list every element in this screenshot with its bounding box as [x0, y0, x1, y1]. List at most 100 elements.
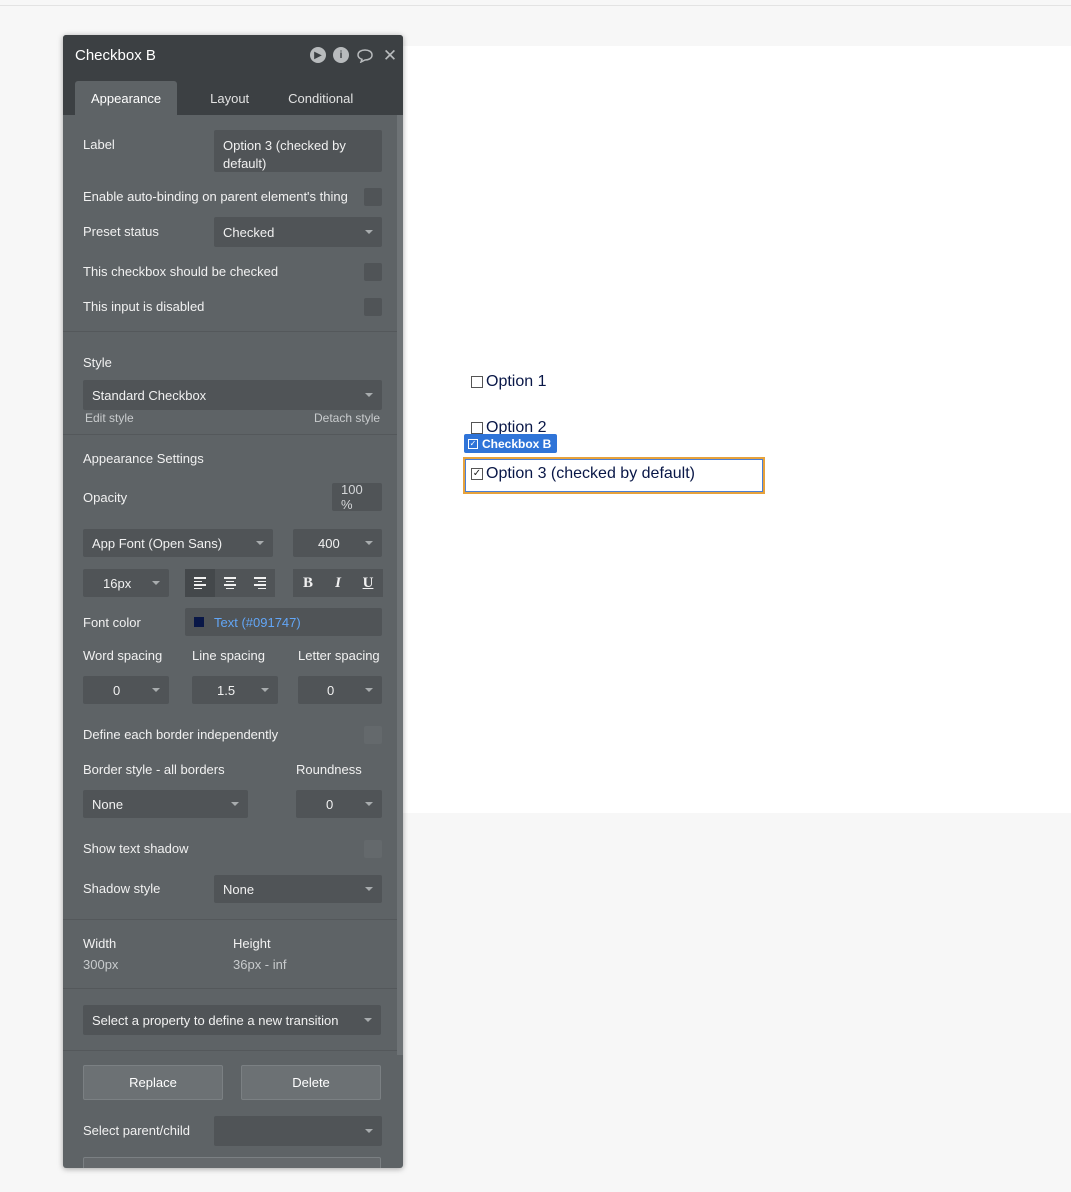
- tab-appearance[interactable]: Appearance: [75, 81, 178, 115]
- shadow-style-value: None: [223, 881, 255, 897]
- section-divider: [63, 331, 397, 332]
- chevron-down-icon: [365, 688, 373, 692]
- checkbox-checked-icon: ✓: [468, 438, 478, 449]
- roundness-value: 0: [326, 796, 334, 812]
- font-family-value: App Font (Open Sans): [92, 535, 223, 551]
- font-size-value: 16px: [103, 575, 132, 591]
- border-style-dropdown[interactable]: None: [83, 790, 248, 818]
- underline-icon[interactable]: U: [353, 569, 383, 597]
- appearance-settings-heading: Appearance Settings: [83, 451, 204, 466]
- color-swatch: [194, 617, 204, 627]
- checkbox-unchecked-icon[interactable]: [471, 422, 483, 434]
- top-divider: [0, 5, 1071, 6]
- roundness-label: Roundness: [296, 762, 362, 777]
- preset-status-value: Checked: [223, 224, 275, 240]
- panel-title: Checkbox B: [75, 47, 156, 64]
- letter-spacing-label: Letter spacing: [298, 648, 380, 663]
- text-format-group: B I U: [293, 569, 383, 597]
- replace-button[interactable]: Replace: [83, 1065, 223, 1100]
- align-center-icon[interactable]: [215, 569, 245, 597]
- border-independent-label: Define each border independently: [83, 727, 279, 742]
- letter-spacing-dropdown[interactable]: 0: [298, 676, 382, 704]
- style-dropdown[interactable]: Standard Checkbox: [83, 380, 382, 410]
- parent-child-label: Select parent/child: [83, 1123, 190, 1138]
- checkbox-option-1-label: Option 1: [486, 373, 547, 390]
- height-label: Height: [233, 936, 271, 951]
- cutoff-button[interactable]: [83, 1157, 381, 1168]
- transition-dropdown[interactable]: Select a property to define a new transi…: [83, 1005, 381, 1035]
- delete-button[interactable]: Delete: [241, 1065, 381, 1100]
- border-style-label: Border style - all borders: [83, 762, 225, 777]
- edit-style-link[interactable]: Edit style: [85, 411, 134, 425]
- panel-header: Checkbox B ▶ i ✕ Appearance Layout Condi…: [63, 35, 403, 115]
- panel-tabs: Appearance Layout Conditional: [75, 81, 369, 115]
- header-icons: ▶ i ✕: [310, 46, 399, 65]
- label-field-label: Label: [83, 137, 115, 152]
- font-weight-dropdown[interactable]: 400: [293, 529, 382, 557]
- line-spacing-dropdown[interactable]: 1.5: [192, 676, 278, 704]
- checkbox-option-3-label: Option 3 (checked by default): [486, 465, 696, 482]
- preset-status-dropdown[interactable]: Checked: [214, 217, 382, 247]
- border-independent-checkbox[interactable]: [364, 726, 382, 744]
- checkbox-option-3[interactable]: ✓ Option 3 (checked by default): [471, 464, 695, 484]
- chevron-down-icon: [152, 688, 160, 692]
- preset-status-label: Preset status: [83, 224, 159, 239]
- font-size-dropdown[interactable]: 16px: [83, 569, 169, 597]
- text-shadow-label: Show text shadow: [83, 841, 189, 856]
- comment-icon[interactable]: [356, 47, 374, 65]
- style-value: Standard Checkbox: [92, 387, 207, 403]
- chevron-down-icon: [365, 393, 373, 397]
- width-label: Width: [83, 936, 117, 951]
- chevron-down-icon: [256, 541, 264, 545]
- tab-conditional[interactable]: Conditional: [272, 81, 369, 115]
- parent-child-dropdown[interactable]: [214, 1116, 382, 1146]
- font-color-picker[interactable]: Text (#091747): [185, 608, 382, 636]
- align-left-icon[interactable]: [185, 569, 215, 597]
- height-value[interactable]: 36px - inf: [233, 957, 286, 972]
- section-divider: [63, 1050, 397, 1051]
- width-value[interactable]: 300px: [83, 957, 118, 972]
- selected-element-tag[interactable]: ✓ Checkbox B: [464, 434, 558, 453]
- property-editor-panel: Checkbox B ▶ i ✕ Appearance Layout Condi…: [63, 35, 403, 1168]
- word-spacing-dropdown[interactable]: 0: [83, 676, 169, 704]
- autobinding-checkbox[interactable]: [364, 188, 382, 206]
- text-shadow-checkbox[interactable]: [364, 840, 382, 858]
- chevron-down-icon: [231, 802, 239, 806]
- info-icon[interactable]: i: [333, 47, 349, 63]
- detach-style-link[interactable]: Detach style: [314, 411, 380, 425]
- chevron-down-icon: [261, 688, 269, 692]
- should-be-checked-checkbox[interactable]: [364, 263, 382, 281]
- roundness-dropdown[interactable]: 0: [296, 790, 382, 818]
- disabled-checkbox[interactable]: [364, 298, 382, 316]
- bold-icon[interactable]: B: [293, 569, 323, 597]
- chevron-down-icon: [365, 802, 373, 806]
- line-spacing-value: 1.5: [217, 682, 236, 698]
- panel-scrollbar[interactable]: [397, 115, 403, 1055]
- word-spacing-label: Word spacing: [83, 648, 163, 663]
- section-divider: [63, 434, 397, 435]
- opacity-input[interactable]: 100 %: [332, 482, 382, 512]
- preview-play-icon[interactable]: ▶: [310, 47, 326, 63]
- label-input[interactable]: Option 3 (checked by default): [214, 130, 382, 172]
- word-spacing-value: 0: [113, 682, 121, 698]
- font-family-dropdown[interactable]: App Font (Open Sans): [83, 529, 273, 557]
- letter-spacing-value: 0: [327, 682, 335, 698]
- section-divider: [63, 919, 397, 920]
- chevron-down-icon: [365, 1129, 373, 1133]
- shadow-style-dropdown[interactable]: None: [214, 875, 382, 903]
- checkbox-unchecked-icon[interactable]: [471, 376, 483, 388]
- align-right-icon[interactable]: [245, 569, 275, 597]
- tab-layout[interactable]: Layout: [194, 81, 265, 115]
- checkbox-option-1[interactable]: Option 1: [471, 372, 546, 392]
- autobinding-label: Enable auto-binding on parent element's …: [83, 189, 348, 204]
- chevron-down-icon: [152, 581, 160, 585]
- close-icon[interactable]: ✕: [381, 46, 399, 65]
- line-spacing-label: Line spacing: [192, 648, 265, 663]
- font-color-value: Text (#091747): [214, 614, 301, 630]
- italic-icon[interactable]: I: [323, 569, 353, 597]
- chevron-down-icon: [365, 887, 373, 891]
- chevron-down-icon: [365, 230, 373, 234]
- selected-element-name: Checkbox B: [482, 436, 552, 451]
- checkbox-checked-icon[interactable]: ✓: [471, 468, 483, 480]
- border-style-value: None: [92, 796, 124, 812]
